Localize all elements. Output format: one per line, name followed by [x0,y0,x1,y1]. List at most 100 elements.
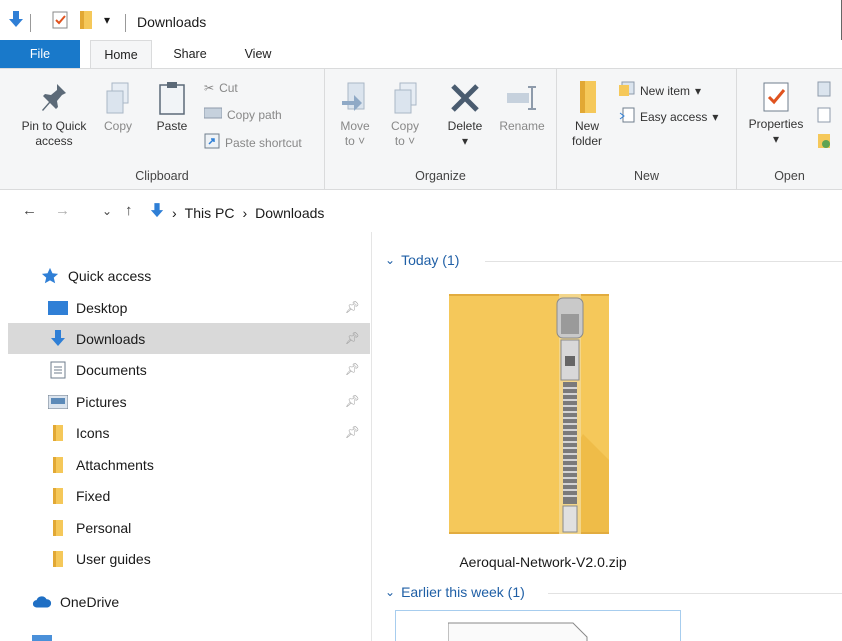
nav-item-downloads[interactable]: Downloads 📌︎ [8,323,370,354]
rename-icon [507,86,536,110]
computer-icon [32,625,52,641]
star-icon [40,267,60,285]
copy-icon [106,82,129,114]
organize-group: Move to ˅ Copy to ˅ Delete ▾ Rename Organ… [325,69,557,189]
group-divider [485,261,842,262]
open-icon [817,81,831,100]
clipboard-group: Pin to Quick access Copy Paste ✂ Cut Copy… [0,69,325,189]
new-folder-icon [580,81,596,113]
nav-item-personal[interactable]: Personal [8,512,370,543]
pin-to-quick-access-button[interactable]: Pin to Quick access [12,81,96,149]
move-to-icon [342,82,365,111]
copy-button[interactable]: Copy [100,81,136,134]
chevron-down-icon: ⌄ [385,585,396,599]
open-group: Properties ▾ Open [737,69,842,189]
scissors-icon: ✂ [204,81,215,95]
copy-path-button[interactable]: Copy path [203,107,282,122]
separator [30,14,31,32]
file-thumbnail-icon [448,622,588,641]
nav-item-icons[interactable]: Icons 📌︎ [8,417,370,448]
separator [125,14,126,32]
forward-arrow-icon[interactable]: → [55,202,70,219]
group-label: Organize [415,169,466,183]
new-item-icon [619,81,635,100]
pin-icon[interactable]: 📌︎ [345,300,360,314]
copy-to-icon [394,82,417,114]
pictures-icon [48,393,68,411]
tab-file[interactable]: File [0,40,80,68]
nav-quick-access[interactable]: Quick access [40,260,340,291]
breadcrumb: › This PC › Downloads [150,203,324,222]
downloads-arrow-icon[interactable] [8,11,24,32]
pin-icon[interactable]: 📌︎ [345,425,360,439]
new-folder-button[interactable]: New folder [567,79,607,149]
paste-shortcut-button[interactable]: Paste shortcut [204,133,302,152]
new-item-button[interactable]: New item ▾ [619,81,701,100]
group-label: Clipboard [135,169,189,183]
tab-share[interactable]: Share [160,40,220,68]
rename-button[interactable]: Rename [495,81,549,134]
nav-item-desktop[interactable]: Desktop 📌︎ [8,292,370,323]
edit-icon [817,107,831,126]
file-item-zip[interactable] [433,284,633,584]
back-arrow-icon[interactable]: ← [22,202,37,219]
pin-icon[interactable]: 📌︎ [345,394,360,408]
new-group: New folder New item ▾ Easy access ▾ New [557,69,737,189]
paste-icon [159,82,185,115]
edit-button[interactable] [817,107,831,126]
downloads-location-icon [150,203,164,222]
group-header-earlier-this-week[interactable]: ⌄ Earlier this week (1) [385,584,525,600]
breadcrumb-downloads[interactable]: Downloads [255,205,324,221]
recent-locations-chevron-icon[interactable]: ⌄ [102,204,112,218]
delete-button[interactable]: Delete ▾ [443,81,487,149]
pin-icon[interactable]: 📌︎ [345,362,360,376]
folder-icon [48,550,68,568]
easy-access-button[interactable]: Easy access ▾ [619,107,718,126]
cut-button[interactable]: ✂ Cut [204,81,238,95]
nav-this-pc-partial[interactable] [32,624,332,641]
cloud-icon [32,593,52,611]
nav-item-fixed[interactable]: Fixed [8,480,370,511]
new-folder-icon[interactable] [80,11,92,32]
documents-icon [48,361,68,379]
group-label: New [633,169,659,183]
up-arrow-icon[interactable]: ↑ [125,202,133,219]
breadcrumb-separator-icon[interactable]: › [172,205,177,221]
tab-home[interactable]: Home [90,40,152,68]
group-label: Open [774,169,805,183]
copy-to-button[interactable]: Copy to ˅ [385,81,425,149]
pin-icon [42,84,66,111]
open-button[interactable] [817,81,831,100]
properties-button[interactable]: Properties ▾ [741,81,811,147]
zip-folder-icon [449,294,609,544]
breadcrumb-this-pc[interactable]: This PC [185,205,235,221]
nav-item-documents[interactable]: Documents 📌︎ [8,354,370,385]
window-title: Downloads [137,14,207,30]
downloads-icon [48,329,68,348]
breadcrumb-separator-icon[interactable]: › [242,205,247,221]
chevron-down-icon: ⌄ [385,253,396,267]
nav-item-user-guides[interactable]: User guides [8,543,370,574]
paste-button[interactable]: Paste [152,81,192,134]
properties-check-icon[interactable] [52,11,68,32]
history-icon [817,133,831,152]
nav-onedrive[interactable]: OneDrive [32,586,332,617]
group-header-today[interactable]: ⌄ Today (1) [385,252,459,268]
nav-item-attachments[interactable]: Attachments [8,449,370,480]
ribbon: Pin to Quick access Copy Paste ✂ Cut Copy… [0,68,842,190]
folder-icon [48,456,68,474]
pin-icon[interactable]: 📌︎ [345,331,360,345]
customize-qat-dropdown-icon[interactable]: ▾ [104,13,110,27]
address-bar: ← → ⌄ ↑ › This PC › Downloads [0,191,842,231]
file-item-partial[interactable] [395,610,681,641]
nav-item-pictures[interactable]: Pictures 📌︎ [8,386,370,417]
navigation-pane: Quick access Desktop 📌︎ Downloads 📌︎ Doc… [0,232,372,641]
file-name-label[interactable]: Aeroqual-Network-V2.0.zip [413,554,673,570]
tab-view[interactable]: View [228,40,288,68]
folder-icon [48,424,68,442]
folder-icon [48,519,68,537]
history-button[interactable] [817,133,831,152]
move-to-button[interactable]: Move to ˅ [335,81,375,149]
properties-icon [763,82,789,112]
delete-x-icon [451,84,479,112]
